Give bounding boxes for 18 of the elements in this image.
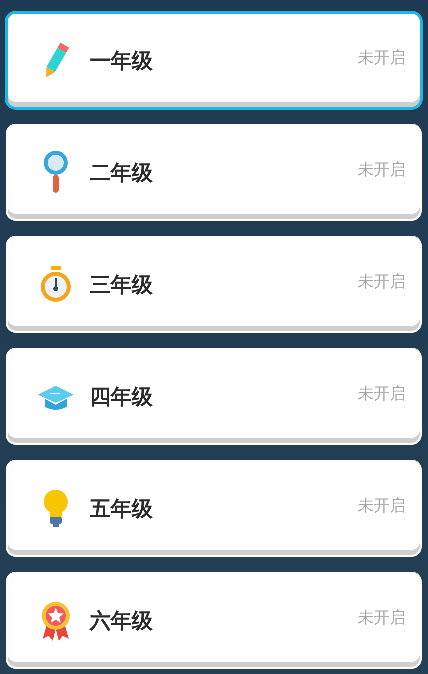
grade-card[interactable]: 五年级 未开启 — [6, 460, 422, 557]
status-label: 未开启 — [358, 272, 406, 293]
grade-card[interactable]: 二年级 未开启 — [6, 124, 422, 221]
grade-card[interactable]: 四年级 未开启 — [6, 348, 422, 445]
status-label: 未开启 — [358, 384, 406, 405]
grade-label: 一年级 — [90, 48, 154, 74]
status-label: 未开启 — [358, 496, 406, 517]
grade-card[interactable]: 六年级 未开启 — [6, 572, 422, 669]
status-label: 未开启 — [358, 48, 406, 69]
status-label: 未开启 — [358, 160, 406, 181]
grade-label: 六年级 — [90, 608, 154, 634]
grade-label: 五年级 — [90, 496, 154, 522]
grade-label: 三年级 — [90, 272, 154, 298]
grade-card[interactable]: 三年级 未开启 — [6, 236, 422, 333]
status-label: 未开启 — [358, 608, 406, 629]
grade-label: 二年级 — [90, 160, 154, 186]
grade-card[interactable]: 一年级 未开启 — [6, 12, 422, 109]
grade-label: 四年级 — [90, 384, 154, 410]
